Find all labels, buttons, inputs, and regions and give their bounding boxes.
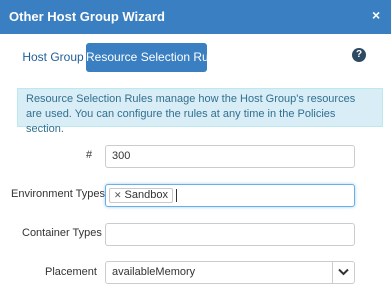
number-label: # xyxy=(86,149,93,161)
help-icon[interactable]: ? xyxy=(352,48,366,62)
token-sandbox: ✕ Sandbox xyxy=(109,188,173,203)
token-label: Sandbox xyxy=(124,189,168,201)
placement-select[interactable]: availableMemory xyxy=(105,261,355,284)
container-types-input[interactable] xyxy=(105,223,355,246)
placement-label: Placement xyxy=(45,266,97,278)
text-cursor xyxy=(175,189,177,202)
tab-host-group[interactable]: Host Group xyxy=(22,43,84,72)
environment-types-input[interactable]: ✕ Sandbox xyxy=(105,184,355,207)
tab-resource-selection-rule[interactable]: Resource Selection Rule xyxy=(86,43,218,72)
chevron-down-icon[interactable] xyxy=(332,262,354,283)
placement-value: availableMemory xyxy=(112,266,196,278)
container-types-label: Container Types xyxy=(22,227,102,239)
number-input[interactable]: 300 xyxy=(105,145,355,168)
wizard-title: Other Host Group Wizard xyxy=(9,9,165,24)
remove-token-icon[interactable]: ✕ xyxy=(114,190,122,200)
close-icon[interactable]: × xyxy=(372,8,380,22)
environment-types-label: Environment Types xyxy=(11,188,105,200)
wizard-title-bar: Other Host Group Wizard × xyxy=(0,0,391,34)
info-alert: Resource Selection Rules manage how the … xyxy=(17,88,383,135)
